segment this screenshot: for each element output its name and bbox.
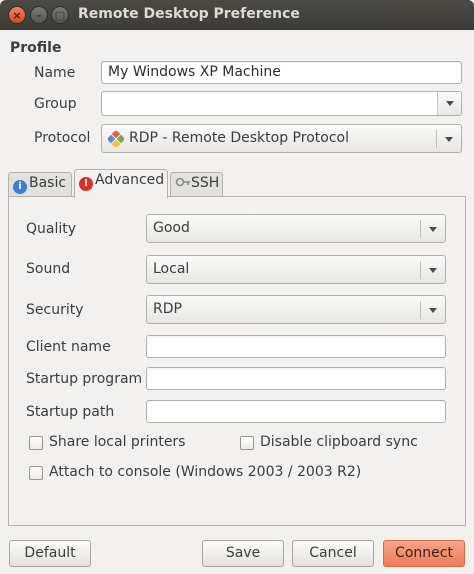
save-button[interactable]: Save <box>202 540 284 567</box>
tab-advanced[interactable]: ! Advanced <box>74 169 168 198</box>
profile-section-title: Profile <box>10 40 62 56</box>
chevron-down-icon <box>429 227 437 232</box>
minimize-icon: – <box>36 9 42 22</box>
minimize-window-button[interactable]: – <box>30 6 48 24</box>
maximize-window-button[interactable]: □ <box>51 6 69 24</box>
key-icon <box>175 177 190 187</box>
share-printers-label[interactable]: Share local printers <box>49 434 185 450</box>
name-input[interactable]: My Windows XP Machine <box>101 61 462 84</box>
name-label: Name <box>34 65 76 81</box>
chevron-down-icon <box>429 268 437 273</box>
cancel-button[interactable]: Cancel <box>292 540 374 567</box>
quality-value: Good <box>153 220 190 236</box>
title-bar: × – □ Remote Desktop Preference <box>0 0 474 30</box>
startup-path-input[interactable] <box>146 400 446 423</box>
window-title: Remote Desktop Preference <box>78 6 300 22</box>
client-name-label: Client name <box>26 339 111 355</box>
close-window-button[interactable]: × <box>8 6 26 24</box>
sound-label: Sound <box>26 261 71 277</box>
sound-value: Local <box>153 261 190 277</box>
attach-console-checkbox[interactable] <box>29 466 43 480</box>
sound-select[interactable]: Local <box>146 255 446 284</box>
security-value: RDP <box>153 301 182 317</box>
maximize-icon: □ <box>54 9 66 22</box>
tab-basic[interactable]: i Basic <box>8 172 72 196</box>
protocol-label: Protocol <box>34 130 91 146</box>
attach-console-label[interactable]: Attach to console (Windows 2003 / 2003 R… <box>49 464 361 480</box>
startup-program-input[interactable] <box>146 367 446 390</box>
group-label: Group <box>34 96 77 112</box>
warning-icon: ! <box>79 177 93 191</box>
chevron-down-icon <box>446 101 454 106</box>
startup-program-label: Startup program <box>26 371 143 387</box>
share-printers-checkbox[interactable] <box>29 436 43 450</box>
connect-button[interactable]: Connect <box>383 540 465 567</box>
rdp-plugin-icon <box>108 131 124 147</box>
tab-ssh[interactable]: SSH <box>170 172 223 196</box>
protocol-select[interactable]: RDP - Remote Desktop Protocol <box>101 124 462 153</box>
chevron-down-icon <box>445 137 453 142</box>
protocol-value: RDP - Remote Desktop Protocol <box>129 130 349 146</box>
security-select[interactable]: RDP <box>146 295 446 324</box>
quality-label: Quality <box>26 221 77 237</box>
group-dropdown-button[interactable] <box>437 92 461 115</box>
client-name-input[interactable] <box>146 335 446 358</box>
disable-clipboard-checkbox[interactable] <box>240 436 254 450</box>
disable-clipboard-label[interactable]: Disable clipboard sync <box>260 434 418 450</box>
startup-path-label: Startup path <box>26 404 115 420</box>
default-button[interactable]: Default <box>9 540 91 567</box>
security-label: Security <box>26 302 84 318</box>
close-icon: × <box>12 9 22 22</box>
chevron-down-icon <box>429 308 437 313</box>
info-icon: i <box>13 180 27 194</box>
group-combo[interactable] <box>101 91 462 116</box>
quality-select[interactable]: Good <box>146 214 446 243</box>
